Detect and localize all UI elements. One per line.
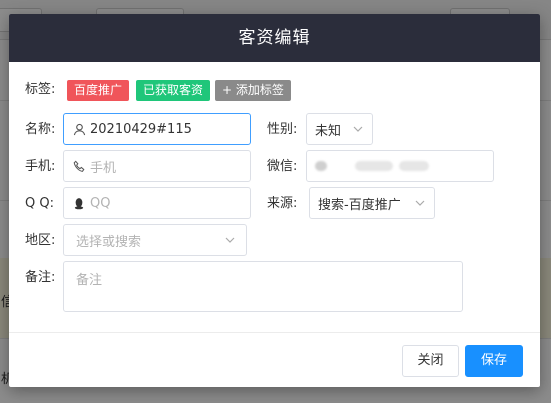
phone-field[interactable]: 手机 [63, 150, 251, 182]
wechat-value-redacted [399, 161, 429, 171]
remark-placeholder: 备注 [76, 273, 103, 288]
add-tag-button[interactable]: + 添加标签 [215, 80, 291, 101]
user-icon [72, 122, 86, 136]
qq-label: Q Q: [25, 196, 54, 211]
tags-label: 标签: [25, 82, 56, 97]
name-field[interactable]: 20210429#115 [63, 113, 251, 145]
wechat-label: 微信: [267, 159, 298, 174]
name-value: 20210429#115 [90, 121, 192, 137]
phone-placeholder: 手机 [90, 160, 117, 176]
source-label: 来源: [267, 196, 298, 211]
chevron-down-icon [415, 200, 425, 206]
tag-acquired[interactable]: 已获取客资 [136, 80, 211, 101]
remark-label: 备注: [25, 270, 56, 285]
chevron-down-icon [225, 237, 235, 243]
qq-placeholder: QQ [90, 195, 111, 211]
qq-icon [72, 196, 86, 210]
gender-select[interactable]: 未知 [306, 113, 373, 145]
wechat-field[interactable] [306, 150, 494, 182]
wechat-value-redacted [355, 161, 393, 171]
close-button[interactable]: 关闭 [402, 345, 459, 377]
customer-edit-dialog: 客资编辑 标签: 百度推广 已获取客资 + 添加标签 名称: 20210429#… [9, 14, 540, 387]
remark-textarea[interactable]: 备注 [63, 261, 463, 312]
save-button[interactable]: 保存 [465, 345, 523, 377]
source-value: 搜索-百度推广 [318, 197, 401, 213]
phone-icon [72, 159, 86, 173]
name-label: 名称: [25, 122, 56, 137]
qq-field[interactable]: QQ [63, 187, 251, 219]
region-placeholder: 选择或搜索 [76, 234, 142, 250]
source-select[interactable]: 搜索-百度推广 [309, 187, 435, 219]
wechat-icon [315, 161, 327, 171]
chevron-down-icon [353, 126, 363, 132]
gender-value: 未知 [315, 123, 342, 139]
dialog-footer: 关闭 保存 [9, 332, 540, 387]
dialog-title: 客资编辑 [9, 14, 540, 62]
tag-baidu[interactable]: 百度推广 [67, 80, 130, 101]
region-select[interactable]: 选择或搜索 [63, 224, 247, 256]
region-label: 地区: [25, 233, 56, 248]
phone-label: 手机: [25, 159, 56, 174]
gender-label: 性别: [267, 122, 298, 137]
